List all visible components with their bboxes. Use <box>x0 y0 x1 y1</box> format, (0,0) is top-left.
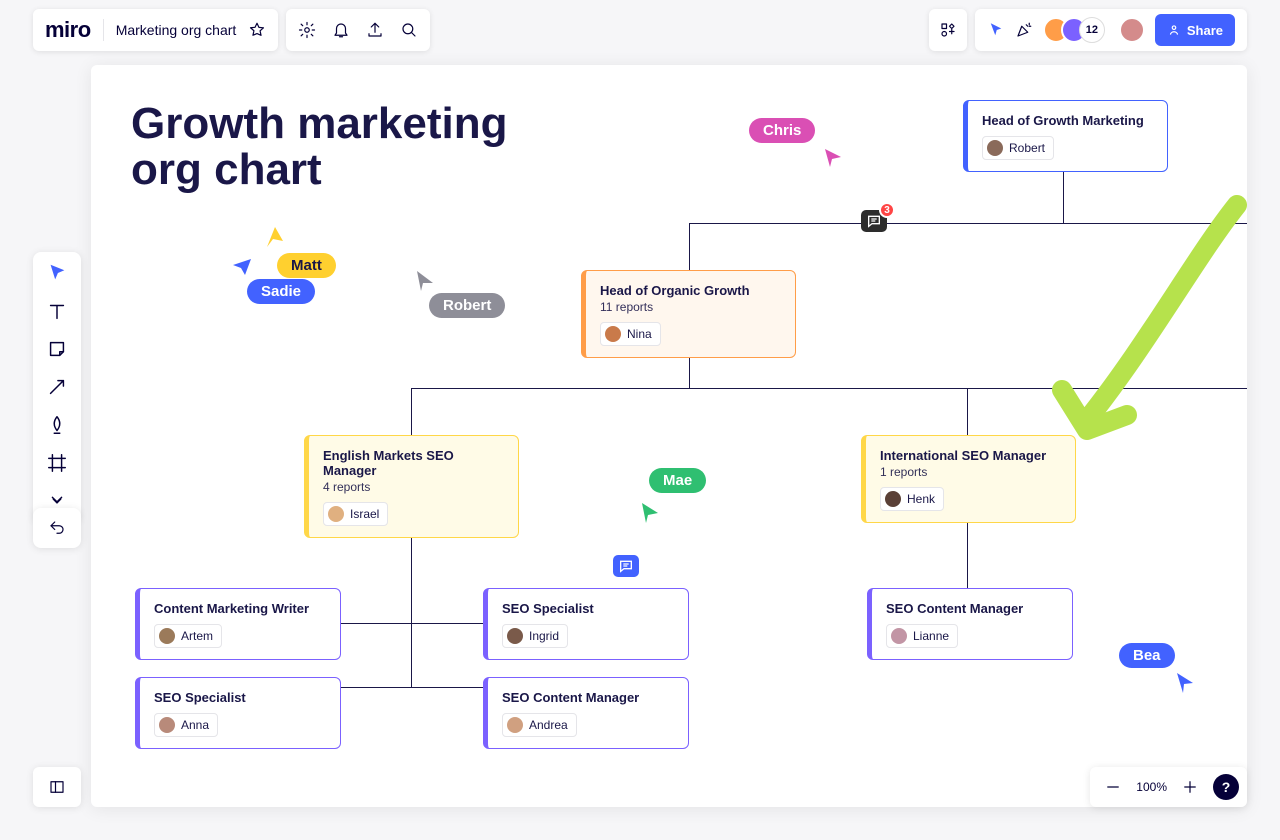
person-chip: Henk <box>880 487 944 511</box>
apps-pill[interactable] <box>929 9 967 51</box>
share-label: Share <box>1187 23 1223 38</box>
canvas-content: Growth marketing org chart Head of Growt… <box>91 65 1247 807</box>
export-icon[interactable] <box>366 21 384 39</box>
panel-icon <box>48 778 66 796</box>
node-head-organic[interactable]: Head of Organic Growth 11 reports Nina <box>581 270 796 358</box>
share-button[interactable]: Share <box>1155 14 1235 46</box>
person-chip: Anna <box>154 713 218 737</box>
zoom-in-button[interactable] <box>1181 778 1199 796</box>
divider <box>103 19 104 41</box>
node-intl-seo-mgr[interactable]: International SEO Manager 1 reports Henk <box>861 435 1076 523</box>
person-chip: Robert <box>982 136 1054 160</box>
node-subtitle: 11 reports <box>600 300 781 314</box>
comment-thread-icon[interactable]: 3 <box>861 210 887 232</box>
node-title: SEO Content Manager <box>502 690 674 705</box>
current-user-avatar[interactable] <box>1119 17 1145 43</box>
zoom-level[interactable]: 100% <box>1136 780 1167 794</box>
party-icon[interactable] <box>1015 21 1033 39</box>
connector <box>967 521 968 588</box>
node-title: Content Marketing Writer <box>154 601 326 616</box>
gear-icon[interactable] <box>298 21 316 39</box>
node-title: SEO Specialist <box>154 690 326 705</box>
node-title: Head of Organic Growth <box>600 283 781 298</box>
pen-tool-icon[interactable] <box>46 414 68 436</box>
search-icon[interactable] <box>400 21 418 39</box>
node-title: International SEO Manager <box>880 448 1061 463</box>
cursor-bea: Bea <box>1119 643 1175 668</box>
arrow-tool-icon[interactable] <box>46 376 68 398</box>
board-info-pill: miro Marketing org chart <box>33 9 278 51</box>
cursor-mae: Mae <box>649 468 706 493</box>
node-head-growth[interactable]: Head of Growth Marketing Robert <box>963 100 1168 172</box>
node-seo-spec-1[interactable]: SEO Specialist Ingrid <box>483 588 689 660</box>
drawn-arrow-icon <box>1027 195 1247 445</box>
cursor-pointer-icon <box>638 501 660 525</box>
cursor-pointer-icon <box>413 269 435 293</box>
side-toolbar <box>33 252 81 522</box>
connector <box>967 388 968 435</box>
connector <box>689 357 690 389</box>
node-title: SEO Specialist <box>502 601 674 616</box>
cursor-pointer-icon <box>231 257 253 279</box>
node-title: English Markets SEO Manager <box>323 448 504 478</box>
node-seo-cm-1[interactable]: SEO Content Manager Andrea <box>483 677 689 749</box>
frame-tool-icon[interactable] <box>46 452 68 474</box>
panel-toggle-button[interactable] <box>33 767 81 807</box>
topbar: miro Marketing org chart 12 <box>33 9 1247 51</box>
board-canvas[interactable]: Growth marketing org chart Head of Growt… <box>91 65 1247 807</box>
comment-icon[interactable] <box>613 555 639 577</box>
miro-logo[interactable]: miro <box>45 17 91 43</box>
person-chip: Ingrid <box>502 624 568 648</box>
cursor-robert: Robert <box>429 293 505 318</box>
avatar-count: 12 <box>1079 17 1105 43</box>
cursor-chris: Chris <box>749 118 815 143</box>
cursor-icon[interactable] <box>987 21 1005 39</box>
undo-icon <box>48 519 66 537</box>
board-heading: Growth marketing org chart <box>131 101 508 193</box>
connector <box>689 223 690 270</box>
star-icon[interactable] <box>248 21 266 39</box>
person-chip: Lianne <box>886 624 958 648</box>
zoom-controls: 100% ? <box>1090 767 1247 807</box>
node-eng-seo-mgr[interactable]: English Markets SEO Manager 4 reports Is… <box>304 435 519 538</box>
cursor-pointer-icon <box>1173 671 1195 695</box>
collab-pill: 12 Share <box>975 9 1247 51</box>
node-seo-cm-2[interactable]: SEO Content Manager Lianne <box>867 588 1073 660</box>
select-tool-icon[interactable] <box>46 262 68 284</box>
node-content-writer[interactable]: Content Marketing Writer Artem <box>135 588 341 660</box>
help-button[interactable]: ? <box>1213 774 1239 800</box>
node-title: SEO Content Manager <box>886 601 1058 616</box>
text-tool-icon[interactable] <box>46 300 68 322</box>
cursor-sadie: Sadie <box>247 279 315 304</box>
bell-icon[interactable] <box>332 21 350 39</box>
person-chip: Artem <box>154 624 222 648</box>
node-subtitle: 1 reports <box>880 465 1061 479</box>
connector <box>411 521 412 687</box>
person-chip: Andrea <box>502 713 577 737</box>
collaborator-avatars[interactable]: 12 <box>1043 17 1105 43</box>
node-subtitle: 4 reports <box>323 480 504 494</box>
board-title[interactable]: Marketing org chart <box>116 22 237 38</box>
node-seo-spec-2[interactable]: SEO Specialist Anna <box>135 677 341 749</box>
undo-button[interactable] <box>33 508 81 548</box>
comment-count-badge: 3 <box>879 202 895 218</box>
sticky-tool-icon[interactable] <box>46 338 68 360</box>
cursor-pointer-icon <box>823 147 843 169</box>
node-title: Head of Growth Marketing <box>982 113 1153 128</box>
cursor-pointer-icon <box>263 225 285 249</box>
person-chip: Nina <box>600 322 661 346</box>
apps-icon <box>939 21 957 39</box>
connector <box>411 388 412 435</box>
person-chip: Israel <box>323 502 388 526</box>
board-tools-pill <box>286 9 430 51</box>
zoom-out-button[interactable] <box>1104 778 1122 796</box>
cursor-matt: Matt <box>277 253 336 278</box>
